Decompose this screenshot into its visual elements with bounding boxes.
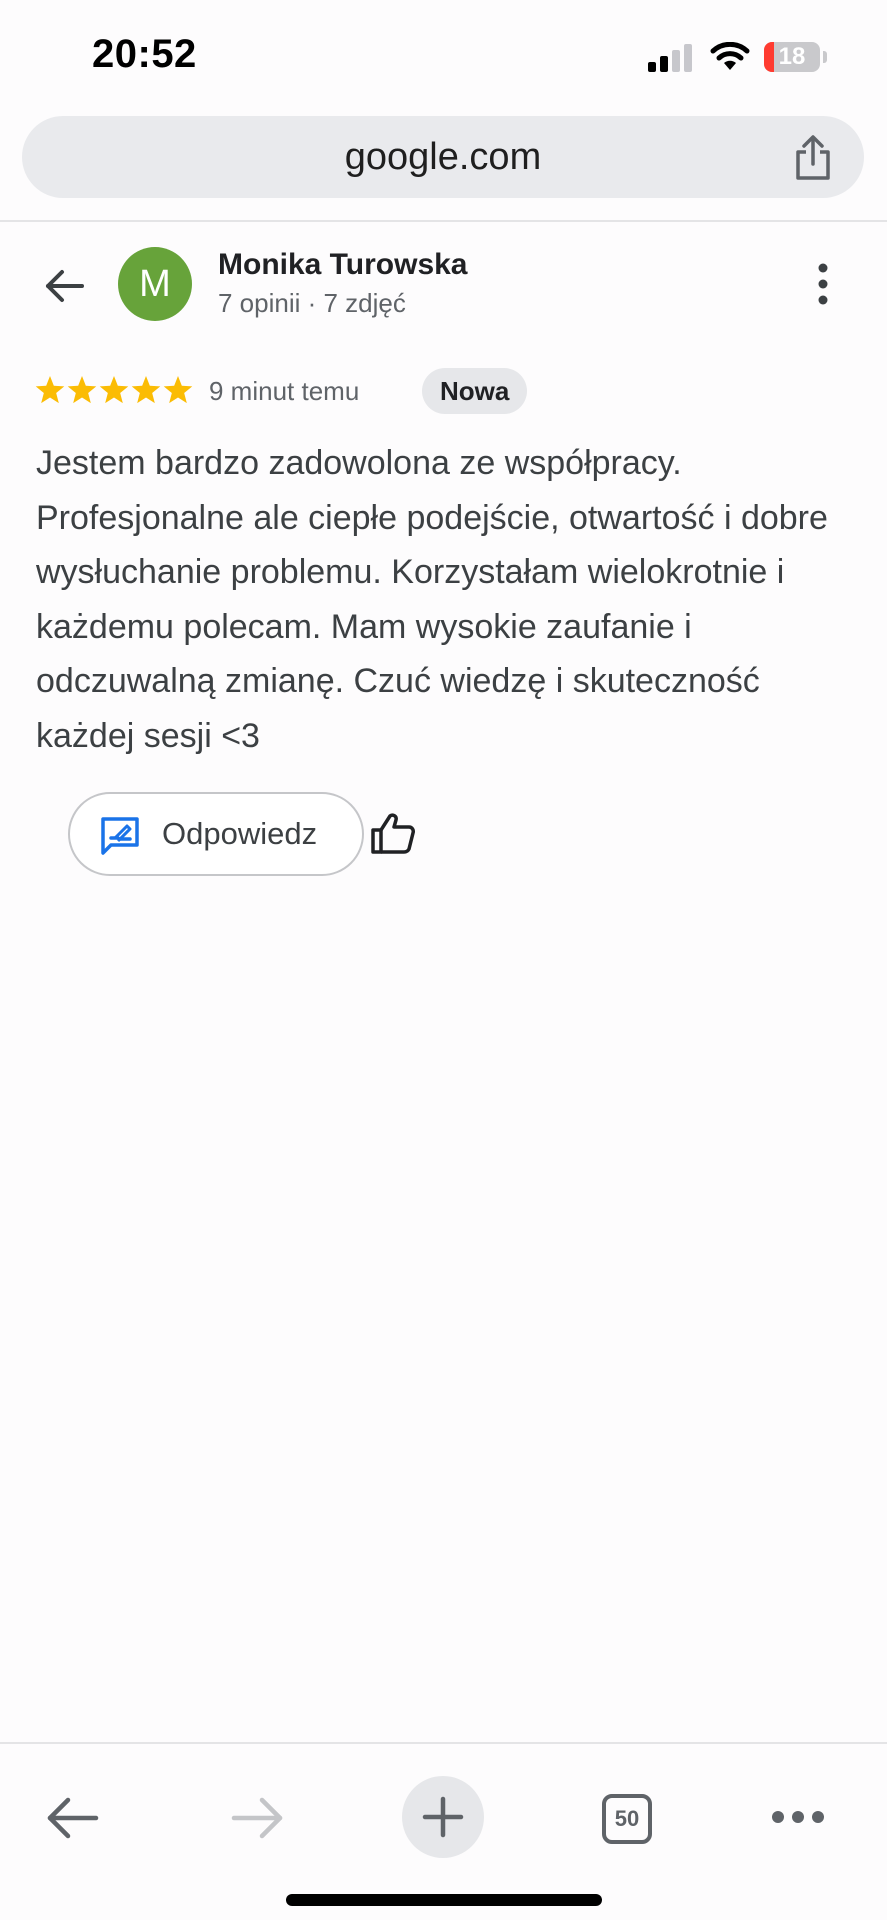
- star-icon: [35, 376, 65, 404]
- status-bar: 20:52 18: [0, 0, 887, 110]
- reply-button[interactable]: Odpowiedz: [68, 792, 364, 876]
- reply-icon: [101, 817, 139, 855]
- divider: [0, 220, 887, 222]
- star-icon: [99, 376, 129, 404]
- rating-row: 9 minut temu Nowa: [34, 368, 854, 414]
- back-arrow-icon[interactable]: [40, 262, 88, 310]
- reply-label: Odpowiedz: [162, 816, 318, 851]
- thumbs-up-icon[interactable]: [370, 810, 416, 856]
- tabs-button[interactable]: 50: [602, 1794, 652, 1844]
- battery-nub: [823, 51, 827, 63]
- star-rating: [35, 376, 193, 404]
- more-horizontal-icon[interactable]: [770, 1808, 826, 1826]
- back-arrow-icon[interactable]: [44, 1792, 100, 1844]
- reviewer-meta: 7 opinii · 7 zdjęć: [218, 288, 406, 318]
- new-tab-button[interactable]: [402, 1776, 484, 1858]
- reviewer-name[interactable]: Monika Turowska: [218, 248, 468, 282]
- avatar[interactable]: M: [118, 247, 192, 321]
- review-time: 9 minut temu: [209, 376, 360, 406]
- star-icon: [163, 376, 193, 404]
- signal-icon: [648, 44, 692, 72]
- new-badge: Nowa: [422, 368, 528, 414]
- divider: [0, 1742, 887, 1744]
- battery-level: 18: [778, 43, 806, 70]
- wifi-icon: [710, 42, 750, 70]
- more-vertical-icon[interactable]: [808, 262, 838, 306]
- status-time: 20:52: [92, 32, 197, 76]
- forward-arrow-icon[interactable]: [230, 1792, 286, 1844]
- review-text: Jestem bardzo zadowolona ze współpracy. …: [36, 444, 828, 755]
- star-icon: [131, 376, 161, 404]
- url-text[interactable]: google.com: [22, 116, 864, 198]
- battery-icon: 18: [764, 42, 820, 72]
- star-icon: [67, 376, 97, 404]
- address-bar[interactable]: google.com: [22, 116, 864, 198]
- home-indicator: [286, 1894, 602, 1906]
- share-icon[interactable]: [788, 132, 838, 182]
- plus-icon: [422, 1796, 464, 1838]
